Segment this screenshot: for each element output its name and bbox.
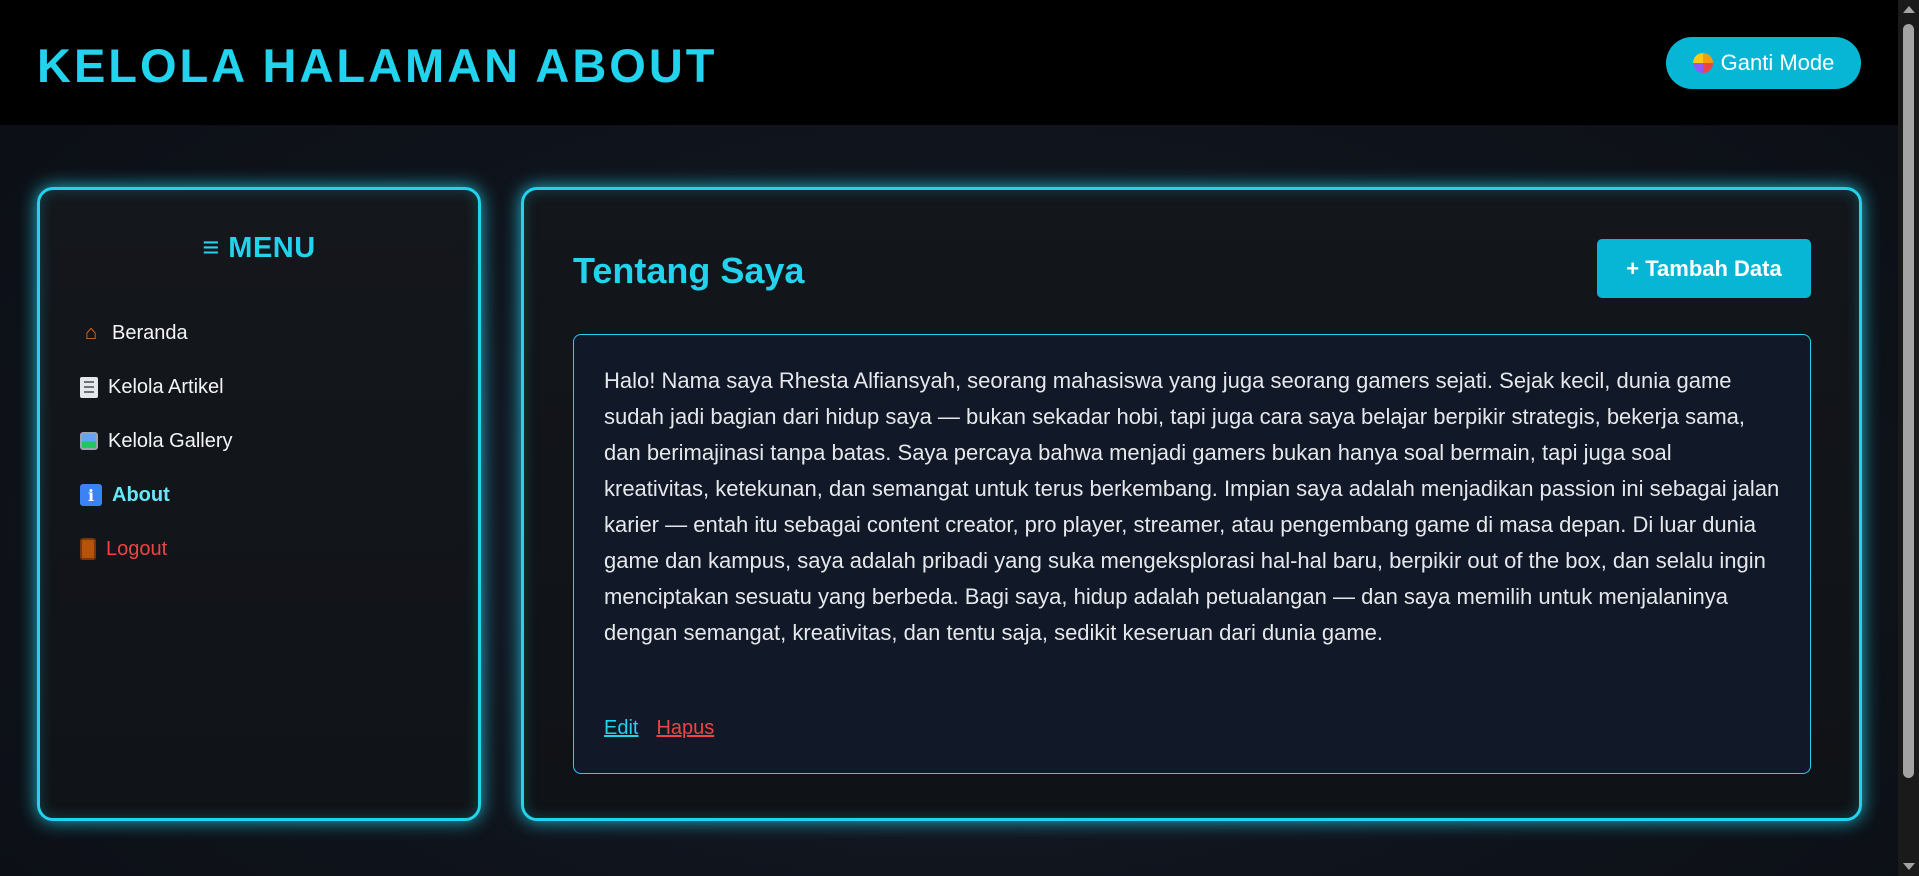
edit-link[interactable]: Edit [604, 717, 638, 740]
vertical-scrollbar[interactable] [1898, 0, 1919, 876]
about-card: Halo! Nama saya Rhesta Alfiansyah, seora… [573, 334, 1811, 774]
scroll-down-arrow-icon[interactable] [1903, 863, 1915, 870]
sidebar-item-label: Kelola Gallery [108, 429, 233, 452]
add-data-button[interactable]: + Tambah Data [1597, 239, 1811, 298]
scroll-thumb[interactable] [1903, 24, 1914, 778]
content-panel: Tentang Saya + Tambah Data Halo! Nama sa… [521, 187, 1862, 821]
sidebar-item-label: Logout [106, 537, 168, 560]
delete-link[interactable]: Hapus [656, 717, 714, 740]
page-title: KELOLA HALAMAN ABOUT [37, 39, 718, 92]
about-text: Halo! Nama saya Rhesta Alfiansyah, seora… [604, 368, 1780, 645]
toggle-mode-button[interactable]: Ganti Mode [1666, 37, 1861, 89]
card-actions: Edit Hapus [604, 717, 714, 740]
page: KELOLA HALAMAN ABOUT Ganti Mode ≡ MENU ⌂… [0, 0, 1919, 876]
sidebar-item-kelola-gallery[interactable]: Kelola Gallery [80, 414, 233, 468]
sidebar-item-kelola-artikel[interactable]: Kelola Artikel [80, 360, 233, 414]
sidebar-item-beranda[interactable]: ⌂ Beranda [80, 306, 233, 360]
sidebar-item-label: Beranda [112, 321, 188, 344]
toggle-mode-label: Ganti Mode [1720, 50, 1835, 75]
door-icon [80, 538, 96, 560]
sidebar-item-about[interactable]: i About [80, 468, 233, 522]
sidebar-item-label: Kelola Artikel [108, 375, 224, 398]
menu-list: ⌂ Beranda Kelola Artikel Kelola Gallery … [80, 306, 233, 576]
scroll-up-arrow-icon[interactable] [1903, 6, 1915, 13]
palette-icon [1692, 53, 1713, 73]
sidebar-item-label: About [112, 483, 170, 506]
top-header: KELOLA HALAMAN ABOUT Ganti Mode [0, 0, 1898, 125]
framed-picture-icon [80, 432, 98, 450]
info-icon: i [80, 484, 102, 506]
menu-title: ≡ MENU [202, 232, 316, 264]
sidebar: ≡ MENU ⌂ Beranda Kelola Artikel Kelola G… [37, 187, 481, 821]
memo-icon [80, 376, 98, 398]
house-icon: ⌂ [84, 321, 98, 344]
sidebar-item-logout[interactable]: Logout [80, 522, 233, 576]
section-title: Tentang Saya [573, 250, 805, 291]
